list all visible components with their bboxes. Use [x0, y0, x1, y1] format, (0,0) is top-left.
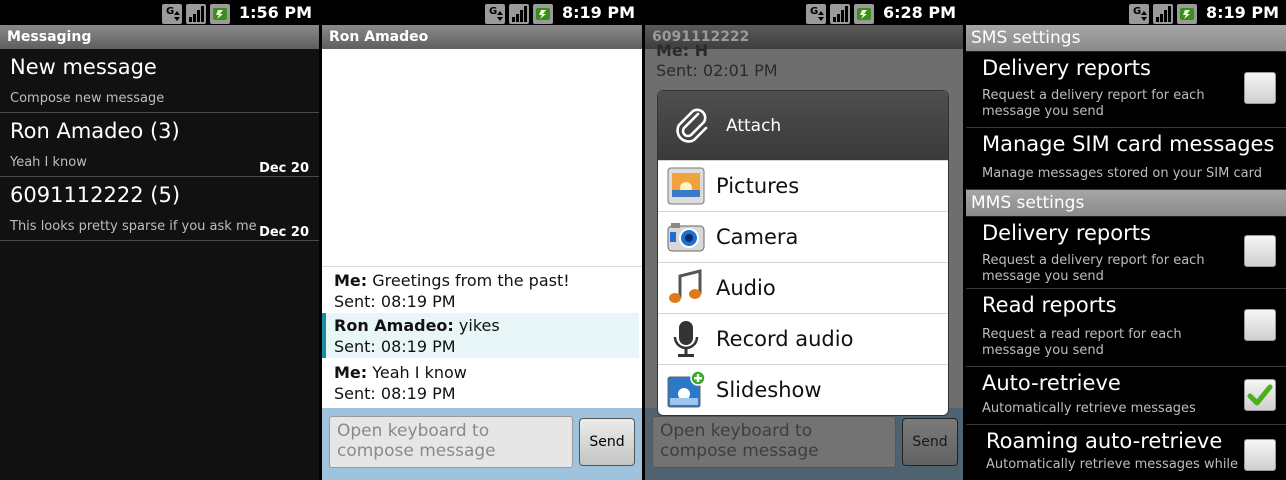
status-icons [484, 3, 553, 24]
status-bar: 1:56 PM [0, 0, 319, 25]
compose-input[interactable]: Open keyboard to compose message [652, 416, 896, 468]
send-button[interactable]: Send [579, 418, 635, 466]
pref-summary: Automatically retrieve messages while [986, 457, 1239, 472]
dialog-header: Attach [658, 91, 948, 160]
list-item-title: New message [10, 55, 157, 79]
status-bar: 6:28 PM [645, 0, 963, 25]
slideshow-icon [664, 368, 708, 412]
settings-list: SMS settings Delivery reports Request a … [966, 25, 1286, 480]
message-sender: Me: [334, 363, 368, 382]
status-bar: 8:19 PM [966, 0, 1286, 25]
checkbox-sms-delivery-reports[interactable] [1244, 72, 1276, 104]
message-text: Yeah I know [367, 363, 467, 382]
conversation-list: New message Compose new message Ron Amad… [0, 49, 319, 241]
list-item-subtitle: This looks pretty sparse if you ask me [10, 219, 257, 234]
list-item-date: Dec 20 [259, 161, 309, 176]
pref-mms-delivery-reports[interactable]: Delivery reports Request a delivery repo… [966, 217, 1286, 289]
pref-auto-retrieve[interactable]: Auto-retrieve Automatically retrieve mes… [966, 367, 1286, 425]
pref-title: Delivery reports [982, 221, 1151, 245]
messaging-screen: 1:56 PM Messaging New message Compose ne… [0, 0, 319, 480]
list-item-conversation[interactable]: 6091112222 (5) This looks pretty sparse … [0, 177, 319, 241]
attach-item-camera[interactable]: Camera [658, 211, 948, 262]
mms-settings-header: MMS settings [966, 190, 1286, 217]
attach-item-pictures[interactable]: Pictures [658, 160, 948, 211]
audio-icon [664, 266, 708, 310]
status-time: 8:19 PM [561, 3, 635, 22]
status-icons [805, 3, 874, 24]
message-text: Greetings from the past! [367, 271, 570, 290]
compose-bar: Open keyboard to compose message Send [645, 408, 963, 480]
message-item-incoming[interactable]: Ron Amadeo: yikes Sent: 08:19 PM [322, 313, 639, 358]
attach-dialog-screen: 6:28 PM 6091112222 Me: H Sent: 02:01 PM … [645, 0, 963, 480]
attach-item-label: Slideshow [716, 378, 822, 402]
message-sender: Ron Amadeo: [334, 316, 454, 335]
pref-summary: Automatically retrieve messages [982, 401, 1196, 416]
list-item-subtitle: Yeah I know [10, 155, 87, 170]
microphone-icon [664, 317, 708, 361]
list-item-title: Ron Amadeo (3) [10, 119, 180, 143]
attach-item-audio[interactable]: Audio [658, 262, 948, 313]
paperclip-icon [676, 108, 708, 143]
pref-read-reports[interactable]: Read reports Request a read report for e… [966, 289, 1286, 367]
message-item[interactable]: Me: Yeah I know Sent: 08:19 PM [322, 362, 639, 404]
message-partial: Me: H [656, 41, 709, 60]
attach-item-label: Record audio [716, 327, 854, 351]
send-button[interactable]: Send [902, 418, 958, 466]
pref-roaming-auto-retrieve[interactable]: Roaming auto-retrieve Automatically retr… [966, 425, 1286, 475]
attach-dialog: Attach Pictures Camera Audio Record audi… [657, 90, 949, 416]
pref-title: Read reports [982, 293, 1117, 317]
sms-settings-header: SMS settings [966, 25, 1286, 52]
compose-input[interactable]: Open keyboard to compose message [329, 416, 573, 468]
message-timestamp: Sent: 08:19 PM [334, 292, 456, 311]
app-title: Messaging [0, 25, 319, 49]
settings-screen: 8:19 PM SMS settings Delivery reports Re… [966, 0, 1286, 480]
conversation-screen: 8:19 PM Ron Amadeo Me: Greetings from th… [322, 0, 642, 480]
list-item-new-message[interactable]: New message Compose new message [0, 49, 319, 113]
dialog-title: Attach [726, 115, 782, 136]
checkbox-read-reports[interactable] [1244, 309, 1276, 341]
status-time: 8:19 PM [1205, 3, 1279, 22]
list-item-date: Dec 20 [259, 225, 309, 240]
attach-item-label: Camera [716, 225, 799, 249]
message-timestamp: Sent: 08:19 PM [334, 384, 456, 403]
message-timestamp: Sent: 02:01 PM [656, 61, 778, 80]
pref-sms-delivery-reports[interactable]: Delivery reports Request a delivery repo… [966, 52, 1286, 128]
pref-summary: Request a delivery report for each messa… [982, 88, 1205, 119]
message-item[interactable]: Me: Greetings from the past! Sent: 08:19… [322, 270, 639, 312]
checkmark-icon [1247, 384, 1273, 406]
pref-summary: Manage messages stored on your SIM card [982, 166, 1262, 181]
checkbox-auto-retrieve[interactable] [1244, 379, 1276, 411]
status-bar: 8:19 PM [322, 0, 642, 25]
pref-title: Manage SIM card messages [982, 132, 1275, 156]
status-icons [161, 3, 230, 24]
status-time: 1:56 PM [238, 3, 312, 22]
list-item-subtitle: Compose new message [10, 91, 165, 106]
pref-title: Auto-retrieve [982, 371, 1121, 395]
message-timestamp: Sent: 08:19 PM [334, 337, 456, 356]
conversation-title: Ron Amadeo [322, 25, 642, 49]
status-icons [1128, 3, 1197, 24]
pref-summary: Request a delivery report for each messa… [982, 253, 1205, 284]
attach-item-label: Audio [716, 276, 776, 300]
camera-icon [664, 215, 708, 259]
compose-bar: Open keyboard to compose message Send [322, 408, 642, 480]
pictures-icon [664, 164, 708, 208]
list-item-conversation[interactable]: Ron Amadeo (3) Yeah I know Dec 20 [0, 113, 319, 177]
pref-title: Delivery reports [982, 56, 1151, 80]
attach-item-slideshow[interactable]: Slideshow [658, 364, 948, 415]
status-time: 6:28 PM [882, 3, 956, 22]
message-thread: Me: Greetings from the past! Sent: 08:19… [322, 49, 642, 408]
message-text: yikes [453, 316, 500, 335]
pref-title: Roaming auto-retrieve [986, 429, 1223, 453]
pref-summary: Request a read report for each message y… [982, 327, 1182, 358]
pref-manage-sim-messages[interactable]: Manage SIM card messages Manage messages… [966, 128, 1286, 190]
checkbox-roaming-auto-retrieve[interactable] [1244, 439, 1276, 471]
attach-item-label: Pictures [716, 174, 800, 198]
attach-item-record-audio[interactable]: Record audio [658, 313, 948, 364]
list-item-title: 6091112222 (5) [10, 183, 181, 207]
message-sender: Me: [334, 271, 368, 290]
checkbox-mms-delivery-reports[interactable] [1244, 235, 1276, 267]
